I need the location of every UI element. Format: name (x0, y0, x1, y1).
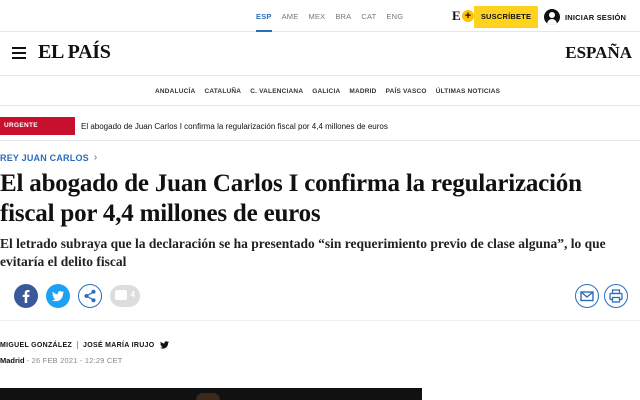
region-galicia[interactable]: GALICIA (312, 88, 340, 95)
edition-cat[interactable]: CAT (361, 0, 376, 32)
site-logo[interactable]: EL PAÍS (38, 41, 111, 64)
breaking-news-bar[interactable]: URGENTE El abogado de Juan Carlos I conf… (0, 117, 388, 135)
divider (0, 320, 640, 321)
article-subtitle: El letrado subraya que la declaración se… (0, 236, 606, 269)
masthead: EL PAÍS ESPAÑA (0, 32, 640, 76)
edition-ame[interactable]: AME (282, 0, 299, 32)
region-c-valenciana[interactable]: C. VALENCIANA (250, 88, 303, 95)
eplus-logo[interactable]: E (452, 8, 461, 24)
region-andalucia[interactable]: ANDALUCÍA (155, 88, 195, 95)
byline: MIGUEL GONZÁLEZ JOSÉ MARÍA IRUJO (0, 339, 169, 351)
user-icon (544, 9, 560, 25)
region-cataluna[interactable]: CATALUÑA (204, 88, 241, 95)
dateline-place: Madrid (0, 355, 25, 365)
mail-icon (580, 291, 594, 302)
share-twitter-button[interactable] (46, 284, 70, 308)
region-nav: ANDALUCÍA CATALUÑA C. VALENCIANA GALICIA… (0, 76, 640, 106)
print-icon (609, 289, 623, 303)
comments-button[interactable]: 4 (110, 285, 140, 307)
dateline: Madrid - 26 FEB 2021 - 12:29 CET (0, 354, 122, 366)
share-icon (84, 289, 96, 303)
subscribe-button[interactable]: SUSCRÍBETE (474, 6, 538, 28)
kicker-label: REY JUAN CARLOS (0, 153, 89, 163)
author-link[interactable]: JOSÉ MARÍA IRUJO (83, 342, 154, 349)
hamburger-icon[interactable] (12, 47, 26, 59)
author-link[interactable]: MIGUEL GONZÁLEZ (0, 342, 72, 349)
byline-separator (77, 341, 79, 349)
article-kicker[interactable]: REY JUAN CARLOS › (0, 152, 98, 164)
edition-eng[interactable]: ENG (386, 0, 403, 32)
author-twitter-icon[interactable] (159, 336, 169, 354)
article-headline: El abogado de Juan Carlos I confirma la … (0, 170, 582, 227)
comment-count: 4 (130, 290, 135, 299)
eplus-plus-icon: + (462, 10, 474, 22)
region-madrid[interactable]: MADRID (349, 88, 376, 95)
print-button[interactable] (604, 284, 628, 308)
facebook-icon (22, 290, 30, 303)
section-title[interactable]: ESPAÑA (565, 43, 632, 63)
region-ultimas-noticias[interactable]: ÚLTIMAS NOTICIAS (436, 88, 500, 95)
publish-date: - 26 FEB 2021 - 12:29 CET (26, 355, 123, 365)
twitter-icon (52, 291, 64, 302)
divider (0, 140, 640, 141)
region-pais-vasco[interactable]: PAÍS VASCO (386, 88, 427, 95)
comment-icon (115, 290, 127, 300)
breaking-news-link[interactable]: El abogado de Juan Carlos I confirma la … (81, 122, 388, 131)
article-photo (0, 388, 422, 400)
edition-mex[interactable]: MEX (308, 0, 325, 32)
share-facebook-button[interactable] (14, 284, 38, 308)
edition-switcher: ESP AME MEX BRA CAT ENG (256, 0, 413, 32)
chevron-right-icon: › (93, 152, 98, 163)
edition-esp[interactable]: ESP (256, 0, 272, 32)
email-button[interactable] (575, 284, 599, 308)
login-label: INICIAR SESIÓN (565, 12, 627, 22)
login-button[interactable]: INICIAR SESIÓN (544, 8, 626, 26)
share-button[interactable] (78, 284, 102, 308)
edition-bra[interactable]: BRA (335, 0, 351, 32)
edition-bar: ESP AME MEX BRA CAT ENG E + SUSCRÍBETE I… (0, 0, 640, 32)
urgent-badge: URGENTE (0, 117, 75, 135)
